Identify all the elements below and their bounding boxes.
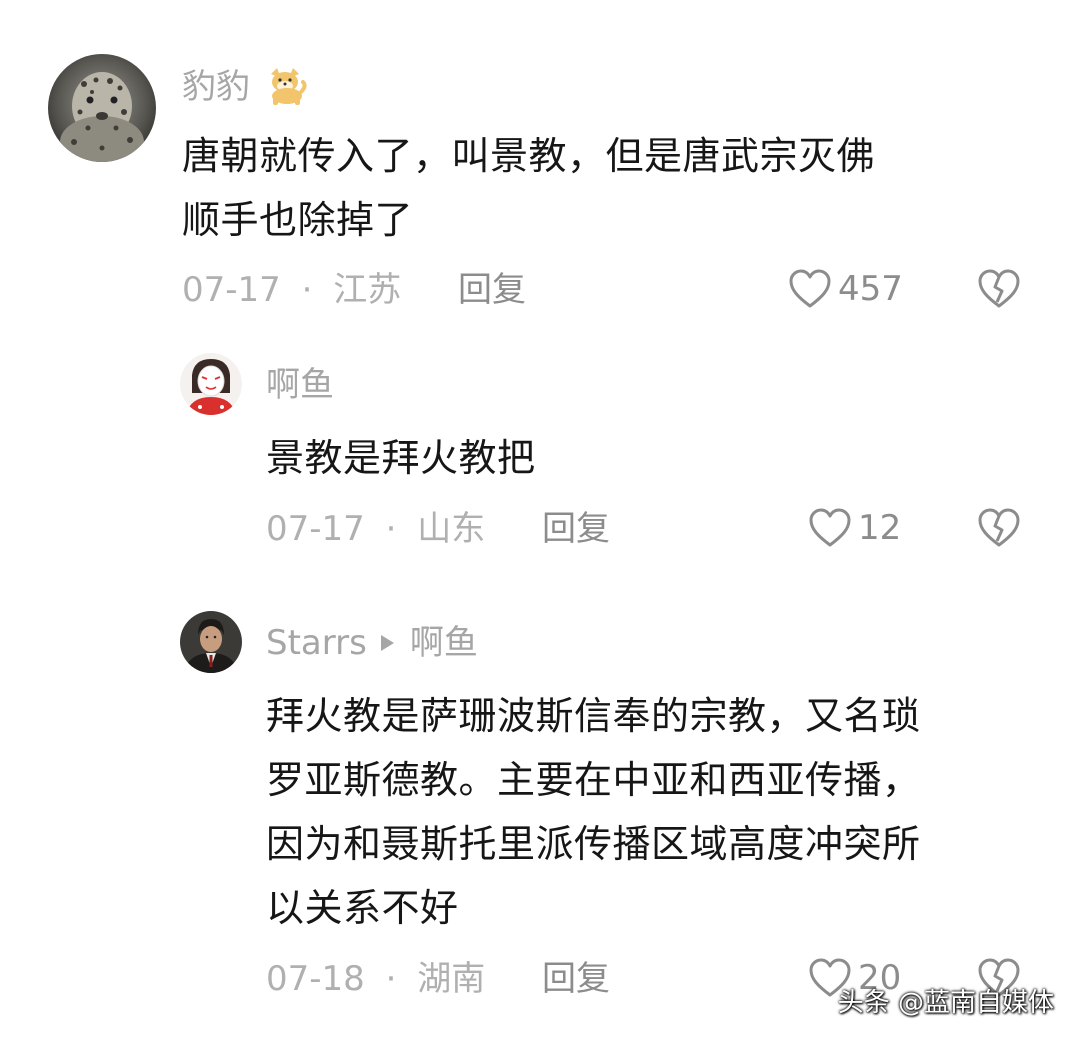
leopard-avatar-icon [48,54,156,162]
comment-meta: 07-17 · 江苏 [182,273,401,307]
comment-location: 江苏 [333,270,402,310]
comment-line: 罗亚斯德教。主要在中亚和西亚传播， [266,758,921,802]
source-watermark: 头条 @蓝南自媒体 [837,988,1054,1018]
username-text: Starrs [266,623,367,663]
meta-separator: · [385,509,397,549]
comment-location: 湖南 [417,959,486,999]
like-count: 457 [838,269,903,309]
comment-date: 07-17 [266,509,365,549]
reply-arrow-icon [380,634,394,651]
comment-body: 唐朝就传入了，叫景教，但是唐武宗灭佛 顺手也除掉了 [182,124,875,252]
comment-meta: 07-17 · 山东 [266,512,485,546]
broken-heart-icon [978,269,1020,308]
broken-heart-icon [978,508,1020,547]
avatar[interactable] [180,353,242,415]
reply-button[interactable]: 回复 [542,512,610,546]
avatar[interactable] [48,54,156,162]
dislike-button[interactable] [976,268,1022,314]
reply-button[interactable]: 回复 [542,962,610,996]
dislike-button[interactable] [976,507,1022,553]
comment-date: 07-18 [266,959,365,999]
reply-to-username: 啊鱼 [409,623,478,663]
username[interactable]: 啊鱼 [266,368,334,402]
comment-line: 以关系不好 [266,886,459,930]
comment-line: 唐朝就传入了，叫景教，但是唐武宗灭佛 [182,134,876,178]
comment-meta: 07-18 · 湖南 [266,962,485,996]
shiba-dog-emoji-icon [270,68,307,105]
girl-mask-avatar-icon [180,353,242,415]
like-button[interactable]: 12 [808,507,901,549]
like-button[interactable]: 457 [788,268,903,310]
username-text: 豹豹 [182,67,250,107]
heart-outline-icon [809,508,851,547]
comment-body: 拜火教是萨珊波斯信奉的宗教，又名琐 罗亚斯德教。主要在中亚和西亚传播， 因为和聂… [266,684,921,940]
meta-separator: · [301,270,313,310]
comment-line: 景教是拜火教把 [266,436,536,480]
comment-date: 07-17 [182,270,281,310]
username[interactable]: Starrs 啊鱼 [266,626,478,660]
heart-outline-icon [789,269,831,308]
comment-line: 因为和聂斯托里派传播区域高度冲突所 [266,822,921,866]
like-count: 12 [858,508,902,548]
man-portrait-avatar-icon [180,611,242,673]
meta-separator: · [385,959,397,999]
comment-line: 顺手也除掉了 [182,198,414,242]
avatar[interactable] [180,611,242,673]
comment-body: 景教是拜火教把 [266,426,536,490]
comment-location: 山东 [417,509,486,549]
reply-button[interactable]: 回复 [458,273,526,307]
comment-line: 拜火教是萨珊波斯信奉的宗教，又名琐 [266,694,921,738]
comment-thread: 豹豹 唐朝就传入了，叫景教，但是唐武宗灭佛 顺手也除掉了 07-17 · 江苏 … [0,0,1080,1039]
username[interactable]: 豹豹 [182,66,307,106]
